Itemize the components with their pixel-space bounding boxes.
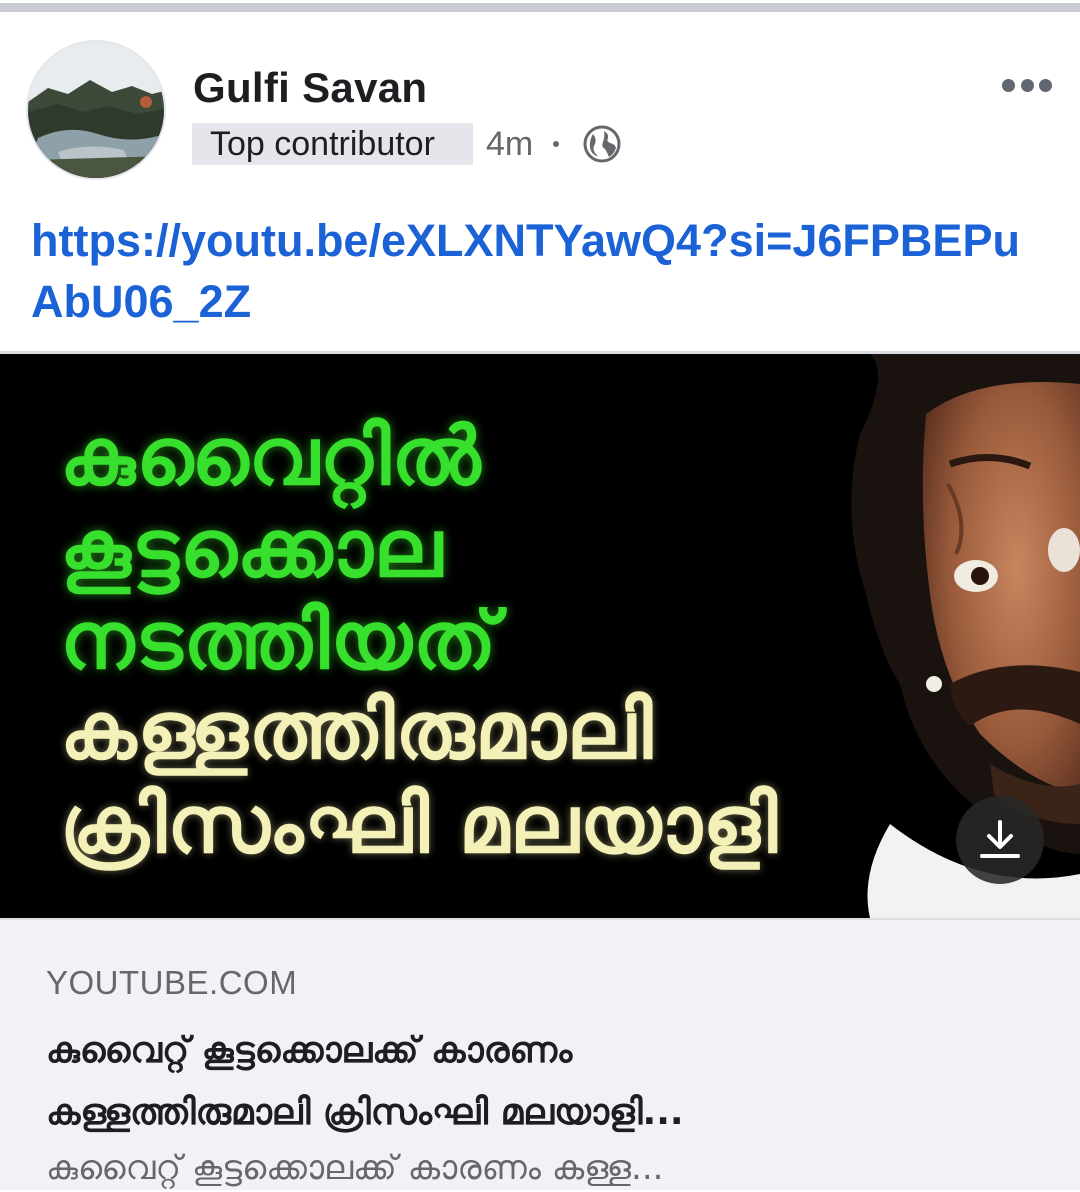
post-link[interactable]: https://youtu.be/eXLXNTYawQ4?si=J6FPBEPu… — [31, 210, 1051, 332]
thumbnail-line-4: കള്ളത്തിരുമാലി — [60, 684, 654, 777]
post-timestamp[interactable]: 4m — [486, 123, 533, 165]
preview-title-line-2: കള്ളത്തിരുമാലി ക്രിസംഘി മലയാളി... — [46, 1092, 684, 1133]
thumbnail-line-3: നടത്തിയത് — [60, 594, 498, 687]
top-divider — [0, 0, 1080, 14]
thumbnail-line-1: കുവൈറ്റിൽ — [60, 410, 482, 503]
thumbnail-line-2: കൂട്ടക്കൊല — [60, 502, 444, 595]
link-preview-card[interactable]: YOUTUBE.COM കുവൈറ്റ് കൂട്ടക്കൊലക്ക് കാരണ… — [0, 918, 1080, 1190]
thumbnail-line-5: ക്രിസംഘി മലയാളി — [60, 778, 779, 871]
globe-icon — [583, 125, 621, 163]
preview-description: കുവൈറ്റ് കൂട്ടക്കൊലക്ക് കാരണം കള്ള... — [46, 1148, 664, 1188]
preview-title: കുവൈറ്റ് കൂട്ടക്കൊലക്ക് കാരണം കള്ളത്തിരു… — [46, 1020, 1046, 1144]
preview-title-line-1: കുവൈറ്റ് കൂട്ടക്കൊലക്ക് കാരണം — [46, 1030, 573, 1071]
preview-domain: YOUTUBE.COM — [46, 964, 298, 1001]
separator-dot — [553, 141, 559, 147]
more-options-icon — [1002, 78, 1015, 92]
author-name[interactable]: Gulfi Savan — [193, 64, 427, 112]
download-icon — [980, 820, 1020, 858]
avatar[interactable] — [26, 40, 166, 180]
top-contributor-badge: Top contributor — [192, 123, 473, 165]
download-button[interactable] — [956, 796, 1044, 884]
link-thumbnail[interactable]: കുവൈറ്റിൽ കൂട്ടക്കൊല നടത്തിയത് കള്ളത്തിര… — [0, 354, 1080, 918]
more-options-button[interactable] — [996, 70, 1058, 100]
